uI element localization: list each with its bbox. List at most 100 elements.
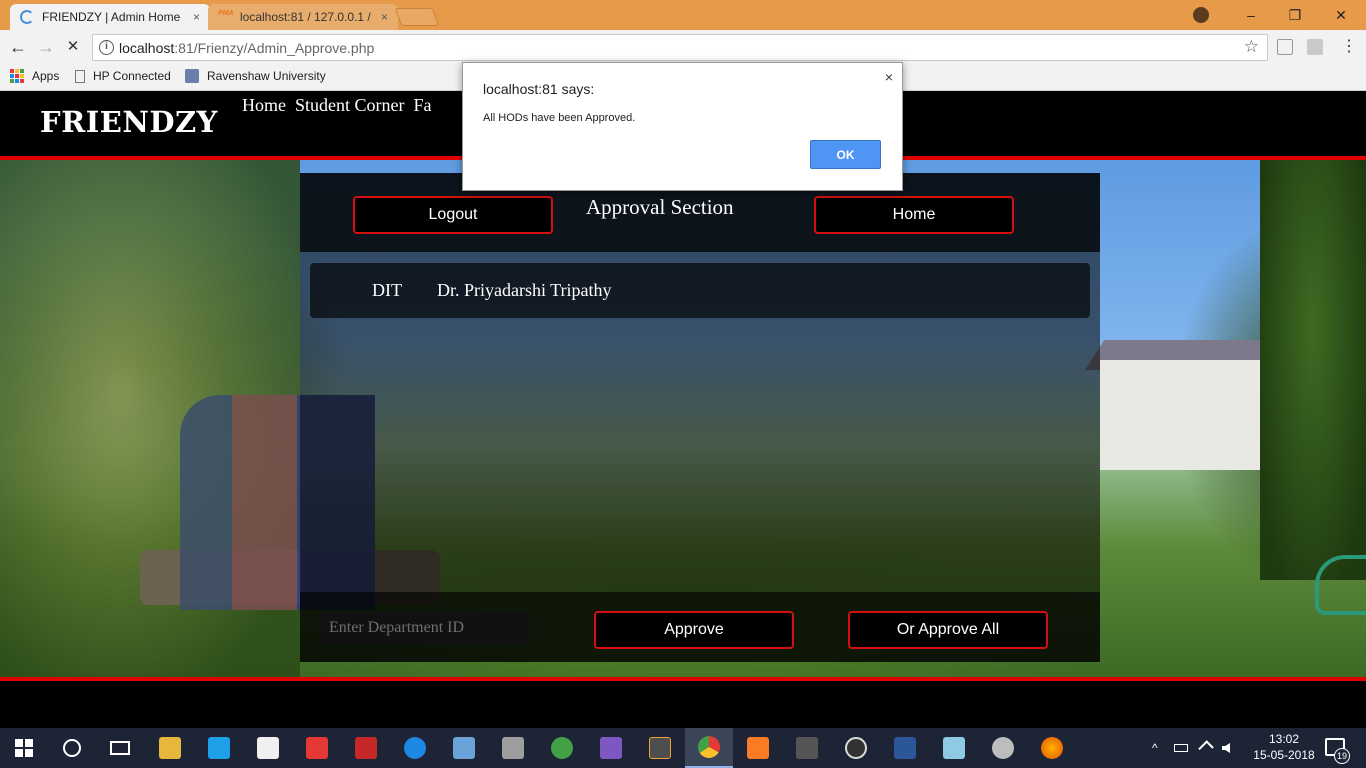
hod-row: DIT Dr. Priyadarshi Tripathy (310, 263, 1090, 318)
taskbar-app-red[interactable] (293, 728, 341, 768)
bookmark-apps[interactable]: Apps (10, 69, 59, 83)
apps-grid-icon (10, 69, 24, 83)
tab-phpmyadmin[interactable]: PMA localhost:81 / 127.0.0.1 / × (208, 4, 398, 30)
background-bench (1315, 555, 1366, 615)
close-window-button[interactable]: ✕ (1318, 0, 1364, 30)
cortana-button[interactable] (48, 728, 96, 768)
phpmyadmin-icon: PMA (218, 10, 234, 17)
background-tree (1260, 160, 1366, 580)
site-brand[interactable]: FRIENDZY (40, 105, 218, 139)
taskbar-terminal[interactable] (783, 728, 831, 768)
dialog-ok-button[interactable]: OK (810, 140, 881, 169)
extension-pdf-icon[interactable] (1307, 39, 1323, 55)
bookmark-hp-connected[interactable]: HP Connected (75, 69, 171, 83)
chrome-icon (698, 736, 720, 758)
extension-pocket-icon[interactable] (1277, 39, 1293, 55)
atom-icon (551, 737, 573, 759)
taskbar-wpm[interactable] (832, 728, 880, 768)
tab-close-icon[interactable]: × (381, 10, 388, 24)
url-path: :81/Frienzy/Admin_Approve.php (174, 39, 375, 56)
profile-icon[interactable] (1193, 7, 1209, 23)
bookmark-label: Ravenshaw University (207, 69, 326, 83)
dialog-title: localhost:81 says: (483, 81, 595, 97)
taskbar-edge[interactable] (391, 728, 439, 768)
browser-tab-strip: FRIENDZY | Admin Home × PMA localhost:81… (0, 0, 1366, 30)
gauge-icon (845, 737, 867, 759)
loading-spinner-icon (20, 10, 34, 24)
tab-friendzy-admin-home[interactable]: FRIENDZY | Admin Home × (10, 4, 210, 30)
windows-taskbar: ^ 13:02 15-05-2018 19 (0, 728, 1366, 768)
network-icon[interactable] (1198, 728, 1216, 768)
start-button[interactable] (0, 728, 48, 768)
xampp-icon (747, 737, 769, 759)
volume-icon[interactable] (1222, 728, 1240, 768)
bookmark-ravenshaw[interactable]: Ravenshaw University (185, 69, 326, 83)
taskbar-chrome[interactable] (685, 728, 733, 768)
cortana-icon (63, 739, 81, 757)
new-tab-button[interactable] (394, 8, 440, 26)
approve-all-button[interactable]: Or Approve All (848, 611, 1048, 649)
browser-toolbar: ← → ✕ i localhost:81/Frienzy/Admin_Appro… (0, 30, 1366, 64)
taskbar-paint[interactable] (979, 728, 1027, 768)
info-icon[interactable]: i (99, 40, 114, 55)
taskbar-tools[interactable] (489, 728, 537, 768)
url-host: localhost (119, 39, 175, 56)
taskbar-virtualbox[interactable] (440, 728, 488, 768)
store-icon (257, 737, 279, 759)
visual-studio-icon (600, 737, 622, 759)
notes-icon (943, 737, 965, 759)
forward-icon[interactable]: → (36, 37, 56, 57)
clock-time: 13:02 (1268, 732, 1300, 746)
restore-button[interactable]: ❐ (1272, 0, 1318, 30)
alert-dialog: localhost:81 says: × All HODs have been … (462, 62, 903, 191)
taskbar-xampp[interactable] (734, 728, 782, 768)
terminal-icon (796, 737, 818, 759)
folder-icon (159, 737, 181, 759)
paint-palette-icon (992, 737, 1014, 759)
tools-icon (502, 737, 524, 759)
menu-kebab-icon[interactable]: ⋮ (1339, 37, 1359, 57)
tab-close-icon[interactable]: × (193, 10, 200, 24)
mcafee-icon (355, 737, 377, 759)
department-id-input[interactable] (322, 612, 530, 644)
taskbar-file-explorer[interactable] (146, 728, 194, 768)
minimize-button[interactable]: – (1228, 0, 1274, 30)
taskbar-store[interactable] (244, 728, 292, 768)
taskbar-word[interactable] (881, 728, 929, 768)
nav-home[interactable]: Home (242, 95, 286, 116)
back-icon[interactable]: ← (8, 37, 28, 57)
stop-loading-icon[interactable]: ✕ (63, 37, 83, 57)
approval-section-title: Approval Section (586, 195, 734, 219)
home-button[interactable]: Home (814, 196, 1014, 234)
taskbar-firefox[interactable] (1028, 728, 1076, 768)
taskbar-atom[interactable] (538, 728, 586, 768)
tab-title: FRIENDZY | Admin Home (42, 10, 181, 24)
bookmark-star-icon[interactable]: ☆ (1244, 37, 1259, 57)
taskbar-clock[interactable]: 13:02 15-05-2018 (1252, 731, 1316, 763)
taskbar-app-l[interactable] (195, 728, 243, 768)
approve-button[interactable]: Approve (594, 611, 794, 649)
nav-faculty[interactable]: Fa (414, 95, 432, 116)
cube-icon (453, 737, 475, 759)
firefox-icon (1041, 737, 1063, 759)
nav-student-corner[interactable]: Student Corner (295, 95, 405, 116)
notification-count-badge: 19 (1334, 748, 1350, 764)
site-footer (0, 681, 1366, 728)
taskbar-visual-studio[interactable] (587, 728, 635, 768)
clock-date: 15-05-2018 (1253, 748, 1315, 762)
tray-overflow-chevron[interactable]: ^ (1152, 728, 1158, 768)
taskbar-mcafee[interactable] (342, 728, 390, 768)
logout-button[interactable]: Logout (353, 196, 553, 234)
taskbar-sublime[interactable] (636, 728, 684, 768)
battery-icon[interactable] (1174, 728, 1190, 768)
address-bar[interactable]: i localhost:81/Frienzy/Admin_Approve.php… (92, 34, 1268, 61)
dialog-close-icon[interactable]: × (885, 69, 893, 85)
taskbar-app-blue[interactable] (930, 728, 978, 768)
edge-icon (404, 737, 426, 759)
windows-logo-icon (15, 739, 33, 757)
task-view-button[interactable] (96, 728, 144, 768)
sublime-icon (649, 737, 671, 759)
bookmark-label: HP Connected (93, 69, 171, 83)
red-app-icon (306, 737, 328, 759)
dialog-message: All HODs have been Approved. (483, 112, 636, 124)
